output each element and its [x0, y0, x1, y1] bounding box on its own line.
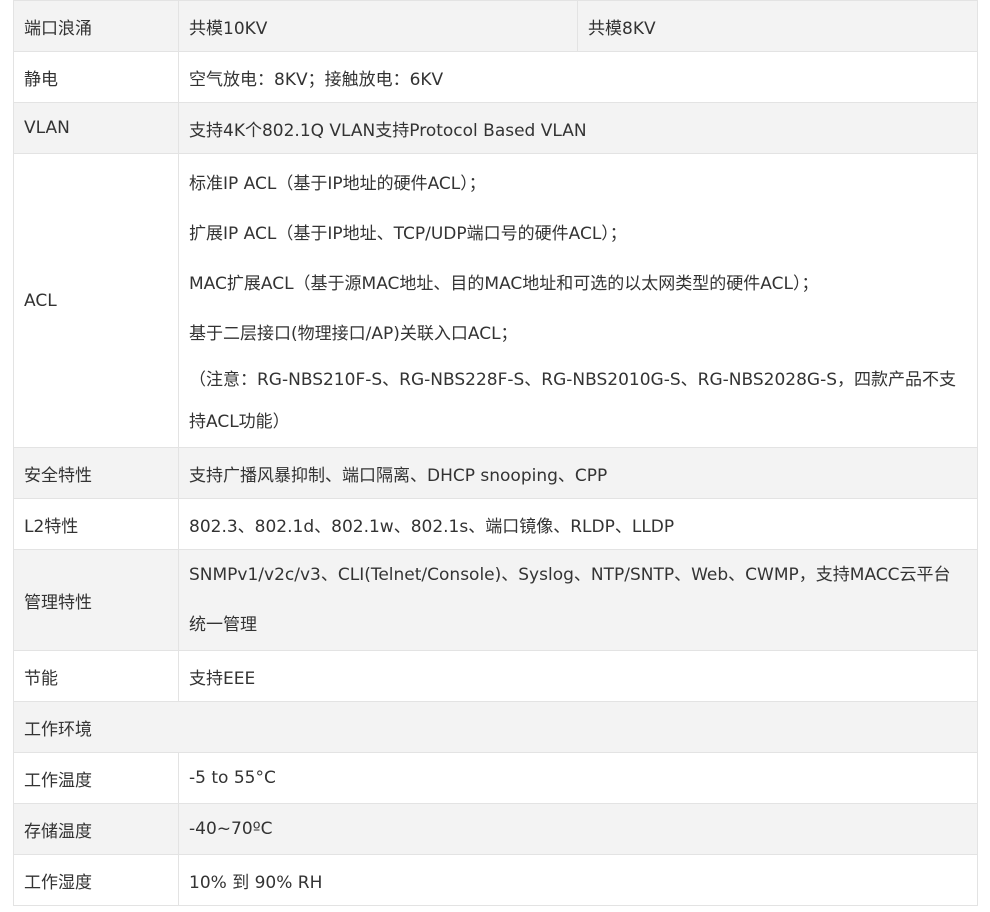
table-row: 工作温度 -5 to 55°C	[13, 752, 978, 804]
row-value: 支持4K个802.1Q VLAN支持Protocol Based VLAN	[178, 102, 978, 154]
acl-note: （注意：RG-NBS210F-S、RG-NBS228F-S、RG-NBS2010…	[189, 369, 956, 432]
acl-line: MAC扩展ACL（基于源MAC地址、目的MAC地址和可选的以太网类型的硬件ACL…	[189, 273, 819, 294]
row-label: 工作温度	[13, 752, 179, 804]
row-value: -40~70ºC	[178, 803, 978, 855]
table-row: ACL 标准IP ACL（基于IP地址的硬件ACL）； 扩展IP ACL（基于I…	[13, 153, 978, 448]
row-label: L2特性	[13, 498, 179, 550]
acl-line: 标准IP ACL（基于IP地址的硬件ACL）；	[189, 173, 486, 194]
table-row: VLAN 支持4K个802.1Q VLAN支持Protocol Based VL…	[13, 102, 978, 154]
section-header: 工作环境	[13, 701, 978, 753]
row-value: 空气放电：8KV；接触放电：6KV	[178, 51, 978, 103]
table-row: 节能 支持EEE	[13, 650, 978, 702]
table-row: 端口浪涌 共模10KV 共模8KV	[13, 0, 978, 52]
row-label: 安全特性	[13, 447, 179, 499]
table-row: 管理特性 SNMPv1/v2c/v3、CLI(Telnet/Console)、S…	[13, 549, 978, 651]
row-value: 支持EEE	[178, 650, 978, 702]
table-row: 工作湿度 10% 到 90% RH	[13, 854, 978, 906]
row-label: 端口浪涌	[13, 0, 179, 52]
table-row: 存储温度 -40~70ºC	[13, 803, 978, 855]
row-value: 10% 到 90% RH	[178, 854, 978, 906]
row-value-secondary: 共模8KV	[577, 0, 978, 52]
section-header-row: 工作环境	[13, 701, 978, 753]
row-label: 节能	[13, 650, 179, 702]
row-value: -5 to 55°C	[178, 752, 978, 804]
acl-line: 基于二层接口(物理接口/AP)关联入口ACL；	[189, 323, 518, 344]
row-value: 支持广播风暴抑制、端口隔离、DHCP snooping、CPP	[178, 447, 978, 499]
row-value: SNMPv1/v2c/v3、CLI(Telnet/Console)、Syslog…	[178, 549, 978, 651]
row-label: VLAN	[13, 102, 179, 154]
table-row: L2特性 802.3、802.1d、802.1w、802.1s、端口镜像、RLD…	[13, 498, 978, 550]
row-label: 存储温度	[13, 803, 179, 855]
row-label: 工作湿度	[13, 854, 179, 906]
row-label: 管理特性	[13, 549, 179, 651]
table-row: 安全特性 支持广播风暴抑制、端口隔离、DHCP snooping、CPP	[13, 447, 978, 499]
row-value: 共模10KV	[178, 0, 578, 52]
acl-cell: 标准IP ACL（基于IP地址的硬件ACL）； 扩展IP ACL（基于IP地址、…	[178, 153, 978, 448]
row-label: 静电	[13, 51, 179, 103]
table-row: 静电 空气放电：8KV；接触放电：6KV	[13, 51, 978, 103]
row-value: 802.3、802.1d、802.1w、802.1s、端口镜像、RLDP、LLD…	[178, 498, 978, 550]
row-label: ACL	[13, 153, 179, 448]
spec-table: 端口浪涌 共模10KV 共模8KV 静电 空气放电：8KV；接触放电：6KV V…	[13, 0, 978, 906]
acl-line: 扩展IP ACL（基于IP地址、TCP/UDP端口号的硬件ACL）；	[189, 223, 627, 244]
